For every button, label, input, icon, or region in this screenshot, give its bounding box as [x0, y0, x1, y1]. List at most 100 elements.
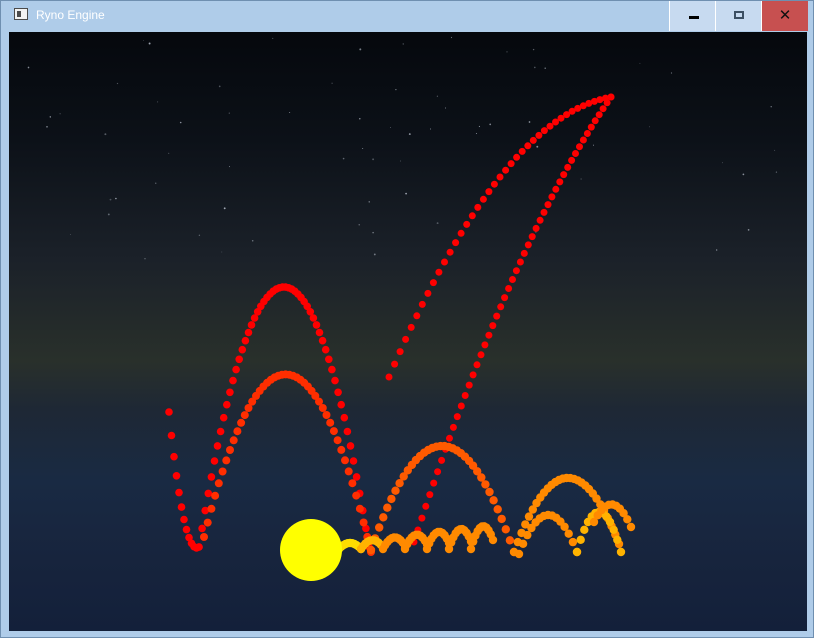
trail-particle [564, 529, 573, 538]
trail-particle [223, 400, 231, 409]
trail-particle [348, 479, 357, 488]
particle-trails [165, 93, 636, 559]
star [742, 173, 745, 176]
trail-particle [424, 289, 432, 297]
trail-particle [488, 535, 498, 545]
trail-particle [485, 487, 494, 497]
trail-particle [430, 479, 438, 487]
star [289, 112, 291, 113]
star [592, 144, 595, 146]
trail-particle [422, 502, 430, 510]
star [536, 145, 539, 148]
trail-particle [449, 423, 457, 431]
trail-particle [528, 233, 536, 241]
star [532, 48, 535, 51]
trail-particle [321, 345, 330, 354]
star [774, 149, 776, 151]
trail-particle [626, 522, 636, 532]
star [331, 82, 333, 84]
star [229, 166, 230, 168]
trail-particle [222, 456, 231, 465]
trail-particle [493, 505, 502, 514]
star [115, 197, 117, 200]
star [639, 62, 641, 64]
trail-particle [172, 472, 181, 480]
trail-particle [177, 503, 186, 511]
close-icon: ✕ [778, 6, 792, 24]
trail-particle [548, 193, 556, 201]
star [104, 133, 107, 136]
trail-particle [466, 544, 476, 554]
star [716, 249, 718, 251]
star [359, 48, 362, 51]
star [395, 88, 397, 91]
trail-particle [505, 536, 515, 545]
trail-particle [613, 535, 622, 544]
star [49, 116, 51, 118]
trail-particle [546, 122, 554, 130]
trail-particle [568, 537, 578, 547]
star [148, 42, 151, 45]
trail-particle [244, 328, 253, 337]
trail-particle [583, 130, 591, 137]
sun-sphere [280, 519, 342, 581]
star [372, 231, 374, 234]
trail-particle [232, 365, 240, 374]
trail-particle [200, 533, 208, 541]
title-bar[interactable]: Ryno Engine ✕ [1, 1, 813, 31]
trail-particle [552, 185, 560, 193]
star [221, 251, 223, 253]
trail-particle [605, 517, 615, 527]
maximize-button[interactable] [715, 1, 761, 31]
trail-particle [366, 545, 376, 555]
trail-particle [474, 203, 482, 211]
trail-particle [326, 418, 335, 427]
trail-particle [387, 494, 396, 504]
star [109, 198, 112, 201]
trail-particle [207, 473, 216, 481]
trail-particle [587, 123, 595, 131]
close-button[interactable]: ✕ [761, 1, 808, 31]
trail-particle [623, 515, 632, 524]
star [445, 107, 446, 109]
trail-particle [203, 518, 212, 527]
trail-particle [616, 547, 626, 557]
star [27, 66, 30, 69]
trail-particle [469, 371, 477, 379]
trail-particle [481, 341, 489, 349]
trail-particle [572, 547, 582, 557]
trail-particle [309, 314, 318, 322]
app-window: Ryno Engine ✕ [0, 0, 814, 638]
trail-particle [241, 336, 250, 345]
trail-particle [165, 408, 173, 416]
star [179, 121, 182, 124]
trail-particle [375, 523, 384, 532]
trail-particle [340, 413, 349, 422]
trail-particle [465, 381, 473, 389]
trail-particle [352, 491, 361, 500]
trail-particle [418, 514, 426, 522]
trail-particle [341, 456, 349, 465]
star [143, 40, 145, 42]
trail-particle [226, 388, 234, 397]
trail-particle [233, 427, 242, 436]
trail-particle [216, 427, 225, 436]
star [70, 234, 72, 236]
app-icon [14, 8, 28, 20]
minimize-button[interactable] [669, 1, 715, 31]
render-viewport[interactable] [9, 32, 807, 631]
trail-particle [518, 539, 528, 548]
trail-particle [493, 312, 501, 320]
trail-particle [509, 276, 516, 283]
trail-particle [229, 436, 238, 445]
trail-particle [318, 404, 327, 412]
trail-particle [518, 147, 526, 155]
trail-particle [564, 163, 572, 171]
star [198, 234, 201, 236]
trail-particle [167, 431, 176, 440]
star [408, 133, 411, 136]
trail-particle [497, 303, 505, 311]
trail-particle [595, 111, 603, 119]
trail-particle [524, 512, 534, 521]
trail-particle [512, 267, 520, 275]
